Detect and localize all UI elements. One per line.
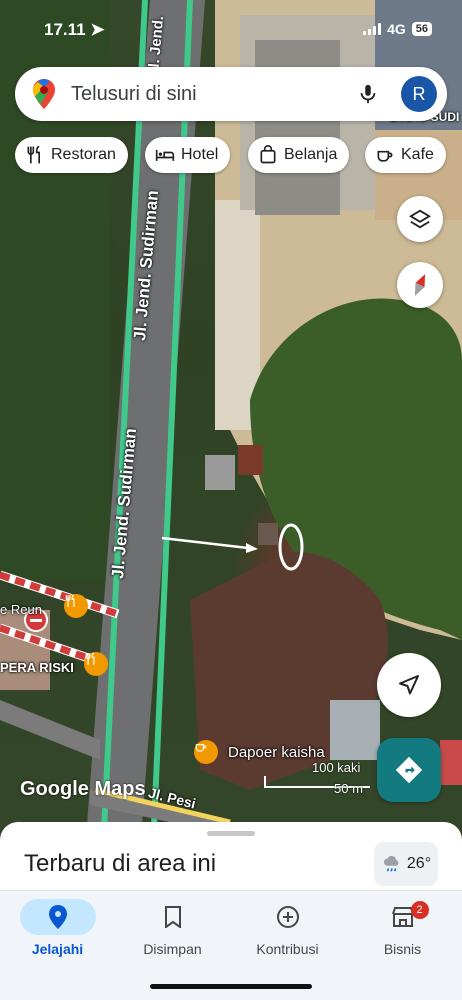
nav-icon-container bbox=[250, 899, 326, 935]
house bbox=[258, 523, 278, 545]
directions-button[interactable] bbox=[377, 738, 441, 802]
signal-icon bbox=[363, 23, 382, 35]
shopping-bag-icon bbox=[260, 145, 276, 164]
house bbox=[440, 740, 462, 785]
scale-feet: 100 kaki bbox=[312, 760, 361, 775]
status-bar: 17.11 ➤ 4G 56 bbox=[0, 0, 462, 60]
status-time: 17.11 ➤ bbox=[44, 20, 105, 39]
annotation-arrowhead bbox=[246, 543, 258, 553]
chip-kafe[interactable]: Kafe bbox=[365, 137, 446, 173]
bookmark-icon bbox=[164, 906, 181, 928]
bed-icon bbox=[155, 150, 175, 161]
chip-label: Belanja bbox=[284, 146, 338, 163]
place-label[interactable]: PERA RISKI bbox=[0, 660, 74, 675]
temperature: 26° bbox=[406, 855, 432, 872]
sheet-title: Terbaru di area ini bbox=[24, 850, 217, 877]
nav-jelajahi[interactable]: Jelajahi bbox=[0, 899, 115, 957]
annotation-arrow bbox=[161, 536, 249, 550]
nav-icon-container bbox=[135, 899, 211, 935]
directions-icon bbox=[395, 756, 423, 784]
chip-belanja[interactable]: Belanja bbox=[248, 137, 350, 173]
restaurant-icon[interactable] bbox=[84, 652, 108, 676]
scale-meters: 50 m bbox=[334, 781, 363, 796]
add-circle-icon bbox=[276, 906, 299, 928]
avatar[interactable]: R bbox=[401, 76, 437, 112]
place-label[interactable]: Dapoer kaisha bbox=[228, 744, 325, 761]
notification-badge: 2 bbox=[410, 901, 429, 919]
home-indicator[interactable] bbox=[150, 984, 312, 989]
battery-level: 56 bbox=[411, 22, 432, 36]
google-maps-pin-icon bbox=[33, 79, 55, 109]
compass-icon bbox=[414, 274, 426, 296]
search-bar[interactable]: Telusuri di sini R bbox=[15, 67, 447, 121]
nav-label: Bisnis bbox=[383, 941, 422, 957]
layers-icon bbox=[409, 209, 431, 229]
nav-kontribusi[interactable]: Kontribusi bbox=[230, 899, 345, 957]
rain-cloud-icon bbox=[383, 855, 399, 872]
sheet-drag-handle[interactable] bbox=[207, 831, 255, 836]
chip-restoran[interactable]: Restoran bbox=[15, 137, 128, 173]
search-input[interactable]: Telusuri di sini bbox=[71, 83, 357, 106]
chip-hotel[interactable]: Hotel bbox=[145, 137, 231, 173]
map-imagery bbox=[0, 0, 462, 850]
place-label[interactable]: e Reun bbox=[0, 602, 42, 617]
nav-icon-container: 2 bbox=[365, 899, 441, 935]
house bbox=[330, 700, 380, 760]
weather-chip[interactable]: 26° bbox=[374, 842, 438, 886]
coffee-icon bbox=[377, 150, 393, 162]
nav-label: Kontribusi bbox=[256, 941, 319, 957]
microphone-icon[interactable] bbox=[357, 80, 379, 108]
my-location-button[interactable] bbox=[377, 653, 441, 717]
chip-label: Restoran bbox=[51, 146, 116, 163]
nav-icon-container bbox=[19, 899, 96, 935]
restaurant-icon[interactable] bbox=[64, 594, 88, 618]
nav-label: Jelajahi bbox=[31, 941, 84, 957]
house bbox=[205, 455, 235, 490]
compass-button[interactable] bbox=[397, 262, 443, 308]
chip-label: Kafe bbox=[401, 146, 434, 163]
cafe-icon[interactable] bbox=[194, 740, 218, 764]
layers-button[interactable] bbox=[397, 196, 443, 242]
nav-bisnis[interactable]: 2 Bisnis bbox=[345, 899, 460, 957]
google-maps-logo: Google Maps bbox=[20, 778, 146, 800]
satellite-map[interactable]: Jl. Jend. Sudirman Jl. Jend. Sudirman Jl… bbox=[0, 0, 462, 850]
restaurant-icon bbox=[27, 145, 40, 164]
nav-disimpan[interactable]: Disimpan bbox=[115, 899, 230, 957]
nav-label: Disimpan bbox=[143, 941, 202, 957]
chip-label: Hotel bbox=[181, 146, 219, 163]
status-indicators: 4G 56 bbox=[363, 21, 432, 37]
location-arrow-icon: ➤ bbox=[90, 20, 105, 39]
network-type: 4G bbox=[387, 21, 406, 37]
navigation-arrow-icon bbox=[399, 675, 419, 695]
house bbox=[238, 445, 263, 475]
location-pin-icon bbox=[48, 905, 67, 929]
side-road bbox=[0, 700, 100, 760]
